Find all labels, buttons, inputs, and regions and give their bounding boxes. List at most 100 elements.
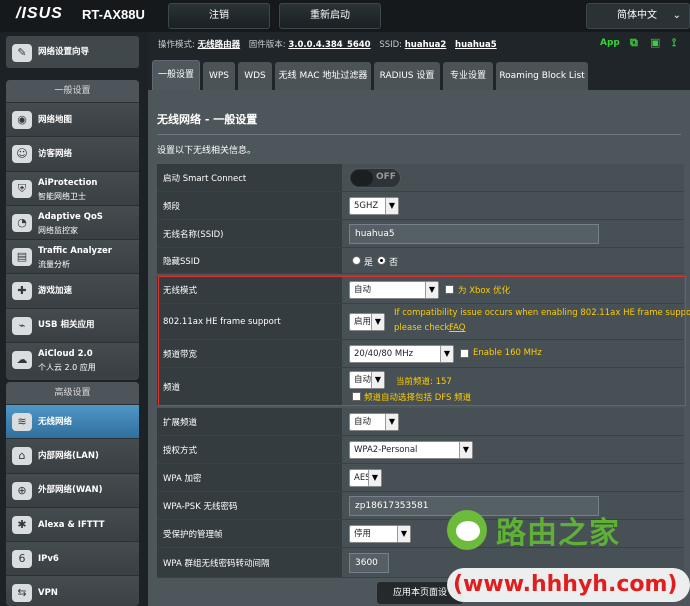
sidebar-item-aiprotection[interactable]: ⛨ AiProtection 智能网络卫士 (6, 170, 139, 205)
hide-ssid-label: 隐藏SSID (157, 248, 342, 273)
wpa-enc-select[interactable]: AES ▼ (349, 469, 382, 487)
wpa-enc-value: AES ▼ (342, 464, 684, 491)
sidebar-item-label: AiProtection (38, 177, 98, 188)
band-row: 频段 5GHZ ▼ (157, 192, 684, 220)
bandwidth-selected: 20/40/80 MHz (354, 349, 414, 359)
devices-icon[interactable]: ▣ (650, 36, 660, 49)
pmf-label: 受保护的管理帧 (157, 520, 342, 547)
cloud-icon: ☁ (12, 351, 32, 370)
tab-radius[interactable]: RADIUS 设置 (374, 62, 440, 90)
band-value: 5GHZ ▼ (342, 192, 684, 219)
pmf-select[interactable]: 停用 ▼ (349, 525, 411, 543)
rekey-label: WPA 群组无线密码转动间隔 (157, 548, 342, 577)
channel-label: 频道 (157, 368, 342, 405)
ext-channel-label: 扩展频道 (157, 408, 342, 435)
auth-label: 授权方式 (157, 436, 342, 463)
tab-roaming-block-list[interactable]: Roaming Block List (496, 62, 588, 90)
bandwidth-value: 20/40/80 MHz ▼ Enable 160 MHz (342, 340, 684, 367)
sidebar-item-usb[interactable]: ⌁ USB 相关应用 (6, 307, 139, 343)
rekey-input[interactable]: 3600 (349, 553, 389, 573)
lan-icon: ⌂ (12, 447, 32, 466)
smart-connect-toggle[interactable]: OFF (349, 168, 401, 188)
sidebar-item-wireless[interactable]: ≋ 无线网络 (6, 404, 139, 439)
channel-select[interactable]: 自动 ▼ (349, 371, 385, 389)
chart-icon: ▤ (12, 248, 32, 267)
sidebar-item-guest-network[interactable]: ☺ 访客网络 (6, 136, 139, 171)
sidebar-item-lan[interactable]: ⌂ 内部网络(LAN) (6, 438, 139, 473)
asus-logo: /ISUS (16, 5, 63, 22)
chevron-down-icon: ▼ (371, 372, 384, 388)
ssid-value: huahua5 (342, 220, 684, 247)
network-icon[interactable]: ⧉ (630, 36, 638, 50)
usb-status-icon[interactable]: ⟟ (672, 36, 676, 50)
op-mode-link[interactable]: 无线路由器 (198, 40, 241, 50)
wpa-enc-label: WPA 加密 (157, 464, 342, 491)
watermark-logo-inner (456, 521, 480, 541)
ssid-label: SSID: (379, 40, 403, 50)
he-frame-value: 启用 ▼ If compatibility issue occurs when e… (342, 304, 690, 339)
tab-general[interactable]: 一般设置 (152, 60, 200, 90)
sidebar-item-wan[interactable]: ⊕ 外部网络(WAN) (6, 472, 139, 507)
ext-channel-select[interactable]: 自动 ▼ (349, 413, 399, 431)
wpa-enc-row: WPA 加密 AES ▼ (157, 464, 684, 492)
sidebar-item-label: Adaptive QoS (38, 211, 103, 222)
tab-wps[interactable]: WPS (203, 62, 235, 90)
tab-professional[interactable]: 专业设置 (443, 62, 493, 90)
he-frame-select[interactable]: 启用 ▼ (349, 313, 385, 331)
logout-button[interactable]: 注销 (168, 3, 270, 29)
globe-icon: ⊕ (12, 481, 32, 500)
hide-ssid-yes-radio[interactable] (352, 256, 361, 265)
enable-160mhz-checkbox[interactable] (460, 349, 469, 358)
wireless-mode-select[interactable]: 自动 ▼ (349, 281, 439, 299)
smart-connect-label: 启动 Smart Connect (157, 164, 342, 191)
general-settings-group: 一般设置 ◉ 网络地图 ☺ 访客网络 ⛨ AiProtection 智能网络卫士… (6, 80, 139, 380)
firmware-link[interactable]: 3.0.0.4.384_5640 (288, 40, 370, 50)
ssid-link-1[interactable]: huahua2 (405, 40, 447, 50)
ssid-input[interactable]: huahua5 (349, 224, 599, 244)
faq-link[interactable]: FAQ (449, 323, 465, 333)
firmware-label: 固件版本: (248, 40, 286, 50)
network-map-icon: ◉ (12, 111, 32, 129)
language-select[interactable]: 简体中文 ⌄ (586, 3, 690, 29)
title-divider (157, 134, 681, 135)
xbox-optimize-label: 为 Xbox 优化 (458, 286, 511, 296)
he-frame-selected: 启用 (354, 317, 372, 327)
sidebar-item-alexa[interactable]: ✱ Alexa & IFTTT (6, 506, 139, 542)
sidebar-item-qis[interactable]: ✎ 网络设置向导 (6, 36, 139, 68)
ext-channel-row: 扩展频道 自动 ▼ (157, 408, 684, 436)
reboot-button[interactable]: 重新启动 (279, 3, 381, 29)
band-label: 频段 (157, 192, 342, 219)
page-title: 无线网络 - 一般设置 (157, 113, 258, 126)
chevron-down-icon: ▼ (397, 526, 410, 542)
band-select[interactable]: 5GHZ ▼ (349, 197, 399, 215)
sidebar-item-network-map[interactable]: ◉ 网络地图 (6, 102, 139, 137)
tab-mac-filter[interactable]: 无线 MAC 地址过滤器 (275, 62, 371, 90)
sidebar-item-label: 网络地图 (38, 114, 73, 125)
hide-ssid-no-radio[interactable] (377, 256, 386, 265)
advanced-settings-heading: 高级设置 (6, 382, 139, 404)
tab-wds[interactable]: WDS (238, 62, 272, 90)
auth-select[interactable]: WPA2-Personal ▼ (349, 441, 473, 459)
sidebar-item-label: Traffic Analyzer (38, 246, 112, 257)
vpn-icon: ⇆ (12, 584, 32, 603)
bandwidth-select[interactable]: 20/40/80 MHz ▼ (349, 345, 454, 363)
sidebar-item-vpn[interactable]: ⇆ VPN (6, 575, 139, 606)
ssid-link-2[interactable]: huahua5 (455, 40, 497, 50)
app-icon[interactable]: App (600, 38, 620, 48)
shield-icon: ⛨ (12, 179, 32, 198)
sidebar-item-traffic-analyzer[interactable]: ▤ Traffic Analyzer 流量分析 (6, 239, 139, 274)
sidebar-item-aicloud[interactable]: ☁ AiCloud 2.0 个人云 2.0 应用 (6, 342, 139, 377)
psk-label: WPA-PSK 无线密码 (157, 492, 342, 519)
sidebar-item-label: USB 相关应用 (38, 320, 95, 331)
sidebar-item-game-boost[interactable]: ✚ 游戏加速 (6, 273, 139, 308)
hide-ssid-value: 是 否 (342, 248, 684, 273)
sidebar-item-ipv6[interactable]: 6 IPv6 (6, 541, 139, 576)
bandwidth-row: 频道带宽 20/40/80 MHz ▼ Enable 160 MHz (157, 340, 684, 368)
xbox-optimize-checkbox[interactable] (445, 285, 454, 294)
wizard-icon: ✎ (12, 44, 32, 62)
hide-ssid-row: 隐藏SSID 是 否 (157, 248, 684, 274)
sidebar-item-adaptive-qos[interactable]: ◔ Adaptive QoS 网络监控家 (6, 204, 139, 240)
channel-value: 自动 ▼ 当前频道: 157 频道自动选择包括 DFS 频道 (342, 368, 684, 405)
op-mode-label: 操作模式: (158, 40, 195, 50)
dfs-checkbox[interactable] (352, 392, 361, 401)
